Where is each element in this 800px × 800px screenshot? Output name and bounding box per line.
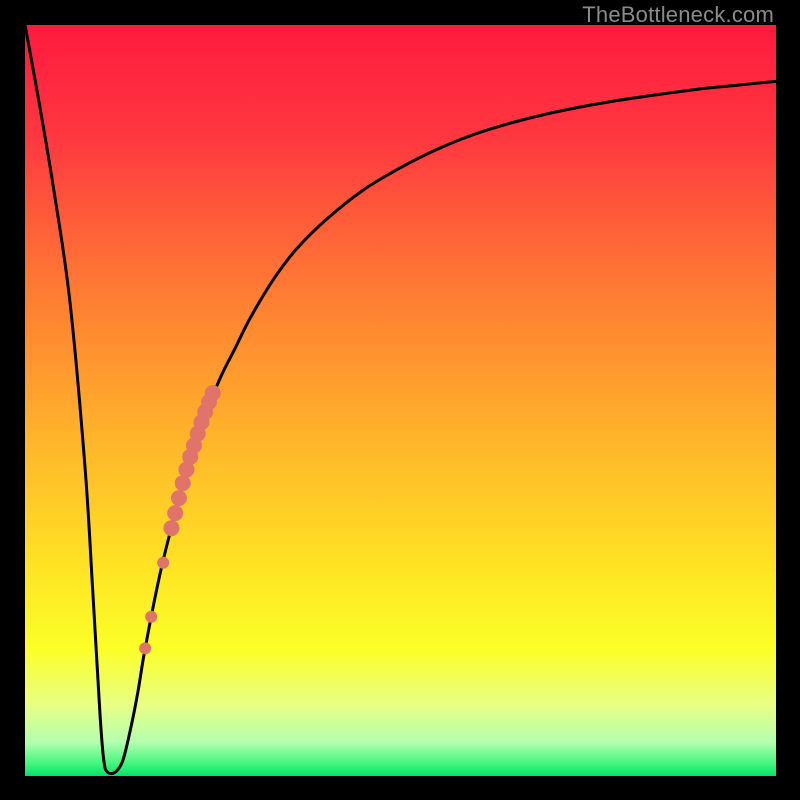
marker-dot xyxy=(171,490,187,506)
chart-canvas xyxy=(25,25,776,776)
plot-area xyxy=(25,25,776,776)
marker-dot xyxy=(145,611,157,623)
marker-dot xyxy=(139,642,151,654)
marker-dot xyxy=(205,385,221,401)
marker-dot xyxy=(157,557,169,569)
marker-dot xyxy=(167,505,183,521)
watermark-text: TheBottleneck.com xyxy=(582,2,774,28)
gradient-background xyxy=(25,25,776,776)
chart-frame: TheBottleneck.com xyxy=(0,0,800,800)
marker-dot xyxy=(175,475,191,491)
marker-dot xyxy=(163,520,179,536)
